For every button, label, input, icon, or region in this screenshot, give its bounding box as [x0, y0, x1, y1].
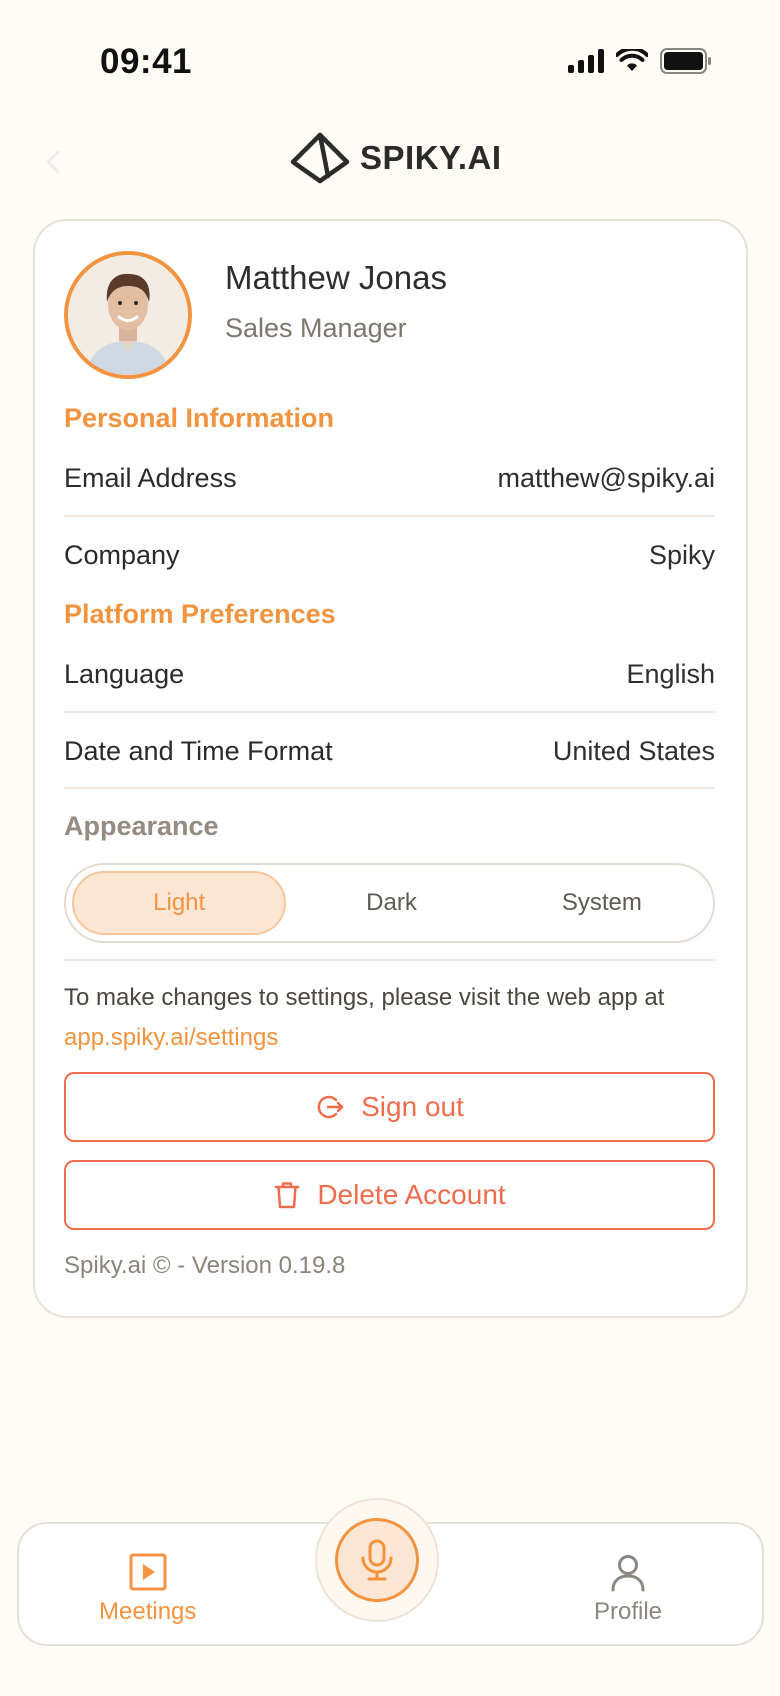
- record-button-inner: [335, 1518, 419, 1602]
- section-title-appearance: Appearance: [64, 811, 219, 841]
- row-value: matthew@spiky.ai: [497, 462, 715, 493]
- user-icon: [611, 1555, 645, 1592]
- delete-account-button[interactable]: Delete Account: [64, 1160, 715, 1230]
- brand-name: SPIKY.AI: [360, 139, 502, 176]
- row-language[interactable]: Language English: [64, 636, 715, 712]
- row-label: Company: [64, 539, 180, 570]
- sign-out-button[interactable]: Sign out: [64, 1072, 715, 1142]
- app-header: SPIKY.AI: [0, 130, 780, 210]
- appearance-option-system[interactable]: System: [497, 871, 707, 935]
- tab-meetings[interactable]: Meetings: [99, 1552, 196, 1626]
- sign-out-label: Sign out: [361, 1091, 464, 1122]
- row-value: United States: [552, 735, 715, 766]
- divider: [64, 787, 715, 789]
- appearance-toggle: Light Dark System: [64, 863, 715, 943]
- tab-meetings-label: Meetings: [99, 1598, 197, 1625]
- delete-account-label: Delete Account: [317, 1179, 506, 1210]
- version-text: Spiky.ai © - Version 0.19.8: [64, 1252, 346, 1279]
- user-role: Sales Manager: [225, 313, 407, 343]
- row-label: Language: [64, 658, 185, 689]
- settings-link[interactable]: app.spiky.ai/settings: [64, 1018, 715, 1058]
- battery-icon: [660, 48, 711, 74]
- record-button[interactable]: [315, 1498, 439, 1622]
- row-value: Spiky: [648, 539, 715, 570]
- appearance-option-light[interactable]: Light: [72, 871, 287, 935]
- spiky-logo-icon: [290, 132, 350, 184]
- section-title-platform-preferences: Platform Preferences: [64, 599, 336, 629]
- row-email-address: Email Address matthew@spiky.ai: [64, 440, 715, 516]
- row-label: Email Address: [64, 462, 237, 493]
- row-company: Company Spiky: [64, 517, 715, 593]
- divider: [64, 959, 715, 961]
- brand-logo: SPIKY.AI: [290, 132, 502, 184]
- cellular-signal-icon: [568, 49, 604, 73]
- settings-note-text: To make changes to settings, please visi…: [64, 984, 665, 1011]
- wifi-icon: [616, 49, 648, 71]
- meetings-icon: [129, 1553, 167, 1591]
- tab-profile[interactable]: Profile: [594, 1552, 662, 1626]
- tab-profile-label: Profile: [593, 1598, 662, 1625]
- status-time: 09:41: [100, 42, 193, 81]
- row-value: English: [626, 658, 715, 689]
- avatar: [64, 251, 192, 379]
- row-label: Date and Time Format: [64, 735, 333, 766]
- settings-note: To make changes to settings, please visi…: [64, 978, 715, 1058]
- sign-out-icon: [317, 1095, 344, 1119]
- user-name: Matthew Jonas: [225, 259, 447, 296]
- status-bar: 09:41: [0, 0, 780, 120]
- back-chevron-icon[interactable]: [34, 142, 74, 182]
- appearance-option-dark[interactable]: Dark: [286, 871, 496, 935]
- trash-icon: [275, 1182, 300, 1209]
- microphone-icon: [361, 1539, 393, 1581]
- status-icons: [568, 48, 712, 74]
- section-title-personal-information: Personal Information: [64, 403, 335, 433]
- row-date-time-format[interactable]: Date and Time Format United States: [64, 713, 715, 789]
- user-photo-icon: [68, 255, 188, 375]
- profile-card: Matthew Jonas Sales Manager Personal Inf…: [33, 219, 748, 1318]
